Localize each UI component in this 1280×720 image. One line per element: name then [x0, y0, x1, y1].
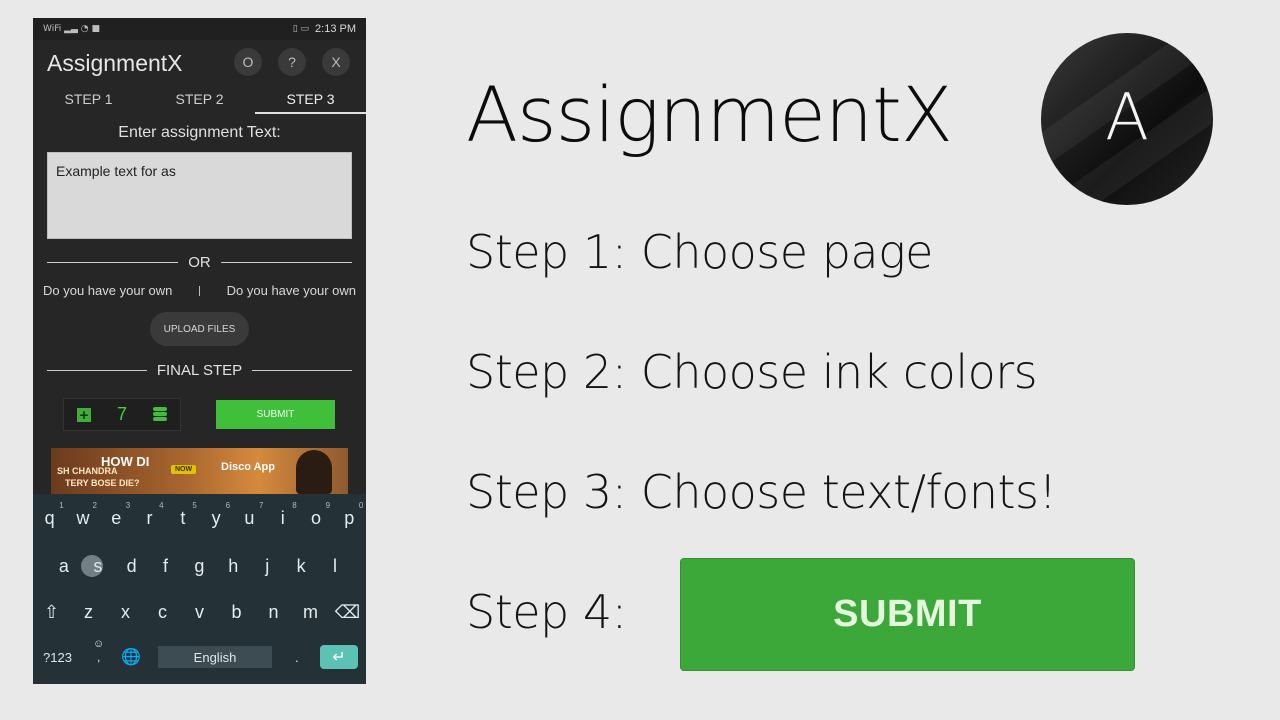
key-p[interactable]: p0 [334, 501, 364, 529]
key-s[interactable]: s [80, 555, 113, 577]
final-step-label: FINAL STEP [156, 362, 243, 379]
key-a[interactable]: a [49, 556, 79, 577]
coins-icon [152, 406, 167, 423]
backspace-key[interactable]: ⌫ [333, 602, 363, 623]
key-y[interactable]: y6 [201, 501, 231, 529]
key-f[interactable]: f [151, 556, 181, 577]
keyboard-row-2: a s d f g h j k l [33, 555, 366, 577]
logo-letter: A [1105, 81, 1149, 155]
tab-step-1[interactable]: STEP 1 [33, 86, 144, 114]
tab-step-2[interactable]: STEP 2 [144, 86, 255, 114]
key-t[interactable]: t5 [168, 501, 198, 529]
space-bar[interactable]: English [158, 646, 272, 668]
final-step-divider: FINAL STEP [47, 362, 352, 379]
period-key[interactable]: . [295, 650, 299, 665]
own-files-left-label: Do you have your own [43, 283, 173, 298]
network-status-icons: WiFi ▂▃ ◔ ■ [43, 24, 101, 34]
key-k[interactable]: k [286, 556, 316, 577]
key-c[interactable]: c [148, 602, 178, 623]
assignment-text-input[interactable]: Example text for as [47, 152, 352, 239]
key-l[interactable]: l [320, 556, 350, 577]
key-g[interactable]: g [184, 556, 214, 577]
phone-screen: WiFi ▂▃ ◔ ■ ▯ ▭ 2:13 PM AssignmentX O ? … [33, 18, 366, 684]
key-n[interactable]: n [259, 602, 289, 623]
submit-button[interactable]: SUBMIT [216, 400, 335, 429]
key-u[interactable]: u7 [234, 501, 264, 529]
key-i[interactable]: i8 [268, 501, 298, 529]
own-files-separator [199, 285, 200, 296]
own-files-row: Do you have your own Do you have your ow… [43, 283, 356, 298]
symbols-key[interactable]: ?123 [43, 650, 72, 665]
step-2-text: Step 2: Choose ink colors [466, 345, 1038, 399]
o-icon[interactable]: O [234, 48, 262, 76]
key-press-highlight [80, 555, 103, 577]
enter-text-label: Enter assignment Text: [118, 124, 281, 141]
credits-count: 7 [116, 404, 127, 424]
step-1-text: Step 1: Choose page [466, 225, 934, 279]
key-w[interactable]: w2 [68, 501, 98, 529]
emoji-icon[interactable]: ☺ [93, 638, 104, 650]
step-3-text: Step 3: Choose text/fonts! [466, 465, 1057, 519]
ad-line-3: TERY BOSE DIE? [65, 478, 140, 488]
step-4-text: Step 4: [466, 585, 627, 639]
ad-portrait [296, 450, 332, 494]
add-credits-icon[interactable]: + [76, 407, 91, 422]
onscreen-keyboard: q1 w2 e3 r4 t5 y6 u7 i8 o9 p0 a s d f g … [33, 494, 366, 684]
own-files-right-label: Do you have your own [226, 283, 356, 298]
credits-counter: + 7 [63, 398, 181, 431]
shift-key[interactable]: ⇧ [37, 602, 67, 623]
comma-key[interactable]: , [97, 650, 100, 664]
upload-files-button[interactable]: UPLOAD FILES [150, 312, 249, 346]
app-bar: AssignmentX O ? X [33, 40, 366, 86]
ad-brand: Disco App [221, 461, 275, 473]
battery-icon: ▯ ▭ [292, 24, 310, 34]
or-label: OR [188, 254, 211, 271]
keyboard-row-1: q1 w2 e3 r4 t5 y6 u7 i8 o9 p0 [33, 501, 366, 529]
slide-title: AssignmentX [466, 70, 953, 159]
key-v[interactable]: v [185, 602, 215, 623]
key-x[interactable]: x [111, 602, 141, 623]
slide-submit-button[interactable]: SUBMIT [680, 558, 1135, 671]
status-time: 2:13 PM [315, 23, 356, 35]
ad-now-badge: NOW [171, 465, 197, 474]
status-bar: WiFi ▂▃ ◔ ■ ▯ ▭ 2:13 PM [33, 18, 366, 40]
key-h[interactable]: h [218, 556, 248, 577]
tab-step-3[interactable]: STEP 3 [255, 86, 366, 114]
ad-line-2: SH CHANDRA [57, 466, 118, 476]
key-b[interactable]: b [222, 602, 252, 623]
ad-banner[interactable]: HOW DI SH CHANDRA TERY BOSE DIE? NOW Dis… [51, 448, 348, 494]
step-tabs: STEP 1 STEP 2 STEP 3 [33, 86, 366, 114]
close-icon[interactable]: X [322, 48, 350, 76]
key-d[interactable]: d [117, 556, 147, 577]
globe-icon[interactable]: 🌐 [121, 647, 141, 667]
keyboard-bottom-row: ?123 ☺ , 🌐 English . ↵ [33, 638, 366, 670]
app-logo: A [1041, 33, 1213, 205]
key-o[interactable]: o9 [301, 501, 331, 529]
key-z[interactable]: z [74, 602, 104, 623]
help-icon[interactable]: ? [278, 48, 306, 76]
key-r[interactable]: r4 [135, 501, 165, 529]
enter-key[interactable]: ↵ [320, 645, 358, 669]
key-e[interactable]: e3 [101, 501, 131, 529]
key-m[interactable]: m [296, 602, 326, 623]
app-title: AssignmentX [47, 49, 183, 76]
key-j[interactable]: j [252, 556, 282, 577]
key-q[interactable]: q1 [35, 501, 65, 529]
keyboard-row-3: ⇧ z x c v b n m ⌫ [33, 602, 366, 623]
or-divider: OR [47, 254, 352, 271]
